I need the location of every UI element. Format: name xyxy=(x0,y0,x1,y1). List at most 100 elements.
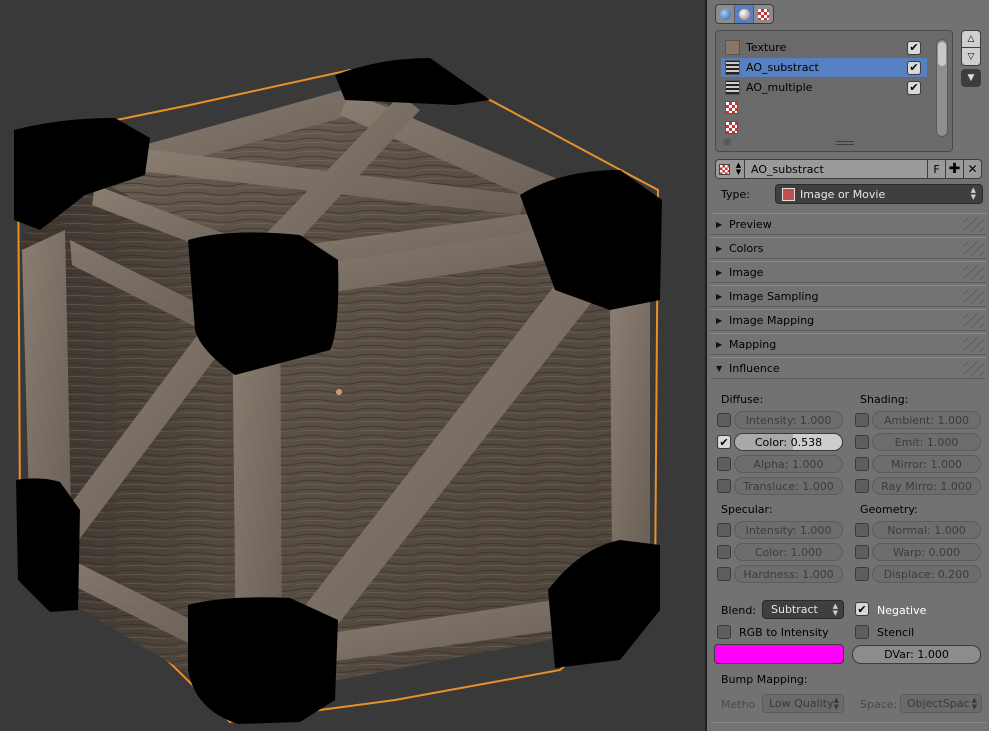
diffuse-intensity-field[interactable]: Intensity: 1.000 xyxy=(734,411,843,429)
list-scrollbar[interactable] xyxy=(936,39,948,137)
panel-header-influence[interactable]: ▼ Influence xyxy=(711,357,986,379)
field-label: Intensity: 1.000 xyxy=(745,523,832,537)
diffuse-translucency-checkbox[interactable] xyxy=(717,479,731,493)
panel-drag-grip[interactable] xyxy=(964,241,984,257)
blend-mode-select[interactable]: Subtract ▲ ▼ xyxy=(762,600,844,619)
panel-title: Mapping xyxy=(729,337,777,351)
bump-mapping-label: Bump Mapping: xyxy=(721,673,808,686)
triangle-right-icon: ▶ xyxy=(716,219,723,229)
geometry-normal-field[interactable]: Normal: 1.000 xyxy=(872,521,981,539)
checkmark-icon: ✔ xyxy=(857,602,867,616)
shading-ambient-checkbox[interactable] xyxy=(855,413,869,427)
move-slot-up-button[interactable]: △ xyxy=(961,30,981,48)
panel-header-preview[interactable]: ▶ Preview xyxy=(711,213,986,235)
panel-title: Image Sampling xyxy=(729,289,819,303)
geometry-warp-checkbox[interactable] xyxy=(855,545,869,559)
geometry-label: Geometry: xyxy=(860,503,918,516)
bump-method-value: Low Quality xyxy=(769,697,834,710)
texture-slot-0[interactable]: Texture ✔ xyxy=(721,38,927,57)
geometry-displace-field[interactable]: Displace: 0.200 xyxy=(872,565,981,583)
geometry-displace-checkbox[interactable] xyxy=(855,567,869,581)
specular-hardness-checkbox[interactable] xyxy=(717,567,731,581)
diffuse-alpha-field[interactable]: Alpha: 1.000 xyxy=(734,455,843,473)
tab-material[interactable] xyxy=(735,5,754,23)
panel-header-colors[interactable]: ▶ Colors xyxy=(711,237,986,259)
shading-mirror-checkbox[interactable] xyxy=(855,457,869,471)
panel-drag-grip[interactable] xyxy=(964,289,984,305)
texture-slot-1[interactable]: AO_substract ✔ xyxy=(721,58,927,77)
move-slot-down-button[interactable]: ▽ xyxy=(961,48,981,66)
panel-title: Colors xyxy=(729,241,764,255)
texture-slot-3[interactable] xyxy=(721,98,927,117)
stencil-checkbox[interactable] xyxy=(855,625,869,639)
diffuse-translucency-field[interactable]: Transluce: 1.000 xyxy=(734,477,843,495)
panel-header-image[interactable]: ▶ Image xyxy=(711,261,986,283)
shading-emit-field[interactable]: Emit: 1.000 xyxy=(872,433,981,451)
panel-header-mapping[interactable]: ▶ Mapping xyxy=(711,333,986,355)
shading-emit-checkbox[interactable] xyxy=(855,435,869,449)
panel-drag-grip[interactable] xyxy=(964,313,984,329)
dvar-field[interactable]: DVar: 1.000 xyxy=(852,645,981,664)
checkmark-icon: ✔ xyxy=(909,61,919,74)
shading-ambient-field[interactable]: Ambient: 1.000 xyxy=(872,411,981,429)
diffuse-intensity-checkbox[interactable] xyxy=(717,413,731,427)
panel-drag-grip[interactable] xyxy=(964,361,984,377)
shading-ray-mirror-field[interactable]: Ray Mirro: 1.000 xyxy=(872,477,981,495)
3d-viewport[interactable] xyxy=(0,0,705,731)
shading-mirror-field[interactable]: Mirror: 1.000 xyxy=(872,455,981,473)
bump-method-select[interactable]: Low Quality ▲ ▼ xyxy=(762,694,844,713)
new-texture-button[interactable]: ✚ xyxy=(946,159,964,179)
tab-texture[interactable] xyxy=(754,5,773,23)
diffuse-color-field[interactable]: Color: 0.538 xyxy=(734,433,843,451)
unlink-texture-button[interactable]: ✕ xyxy=(964,159,982,179)
list-resize-icon[interactable]: ⊕ xyxy=(723,137,731,148)
specular-hardness-field[interactable]: Hardness: 1.000 xyxy=(734,565,843,583)
bump-space-label: Space: xyxy=(860,698,898,711)
panel-drag-grip[interactable] xyxy=(964,265,984,281)
triangle-right-icon: ▶ xyxy=(716,291,723,301)
blender-window: Texture ✔ AO_substract ✔ AO_multiple ✔ ⊕… xyxy=(0,0,989,731)
panel-header-image-sampling[interactable]: ▶ Image Sampling xyxy=(711,285,986,307)
panel-drag-grip[interactable] xyxy=(964,217,984,233)
specular-intensity-checkbox[interactable] xyxy=(717,523,731,537)
panel-header-image-mapping[interactable]: ▶ Image Mapping xyxy=(711,309,986,331)
list-resize-grip[interactable] xyxy=(836,141,854,145)
triangle-right-icon: ▶ xyxy=(716,267,723,277)
texture-browse-button[interactable]: ▲ ▼ xyxy=(715,159,745,179)
texture-slot-4[interactable] xyxy=(721,118,927,137)
slot-enable-checkbox[interactable]: ✔ xyxy=(907,80,921,95)
geometry-normal-checkbox[interactable] xyxy=(855,523,869,537)
texture-datablock-row: ▲ ▼ AO_substract F ✚ ✕ xyxy=(715,159,982,179)
triangle-right-icon: ▶ xyxy=(716,243,723,253)
texture-type-select[interactable]: Image or Movie ▲ ▼ xyxy=(775,184,983,204)
texture-slot-2[interactable]: AO_multiple ✔ xyxy=(721,78,927,97)
slot-enable-checkbox[interactable]: ✔ xyxy=(907,40,921,55)
field-label: Ambient: 1.000 xyxy=(883,413,970,427)
geometry-warp-field[interactable]: Warp: 0.000 xyxy=(872,543,981,561)
panel-drag-grip[interactable] xyxy=(964,337,984,353)
shading-ray-mirror-checkbox[interactable] xyxy=(855,479,869,493)
texture-name-field[interactable]: AO_substract xyxy=(745,159,928,179)
blend-color-swatch[interactable] xyxy=(714,644,844,664)
bump-space-select[interactable]: ObjectSpac ▲ ▼ xyxy=(900,694,982,713)
tab-world[interactable] xyxy=(716,5,735,23)
slot-enable-checkbox[interactable]: ✔ xyxy=(907,60,921,75)
scrollbar-thumb[interactable] xyxy=(938,42,946,66)
negative-checkbox[interactable]: ✔ xyxy=(855,602,869,616)
panel-header-next[interactable] xyxy=(711,722,986,731)
rgb-to-intensity-checkbox[interactable] xyxy=(717,625,731,639)
texture-type-row: Type: Image or Movie ▲ ▼ xyxy=(721,184,983,204)
texture-thumbnail-icon xyxy=(725,80,740,95)
fake-user-button[interactable]: F xyxy=(928,159,946,179)
specular-color-checkbox[interactable] xyxy=(717,545,731,559)
diffuse-color-checkbox[interactable]: ✔ xyxy=(717,435,731,449)
slot-specials-button[interactable]: ▼ xyxy=(961,69,981,87)
field-label: Emit: 1.000 xyxy=(894,435,959,449)
specular-intensity-field[interactable]: Intensity: 1.000 xyxy=(734,521,843,539)
texture-slot-list[interactable]: Texture ✔ AO_substract ✔ AO_multiple ✔ ⊕ xyxy=(715,30,953,152)
triangle-right-icon: ▶ xyxy=(716,339,723,349)
diffuse-alpha-checkbox[interactable] xyxy=(717,457,731,471)
specular-color-field[interactable]: Color: 1.000 xyxy=(734,543,843,561)
triangle-down-icon: ▽ xyxy=(967,51,975,62)
bump-space-value: ObjectSpac xyxy=(907,697,970,710)
